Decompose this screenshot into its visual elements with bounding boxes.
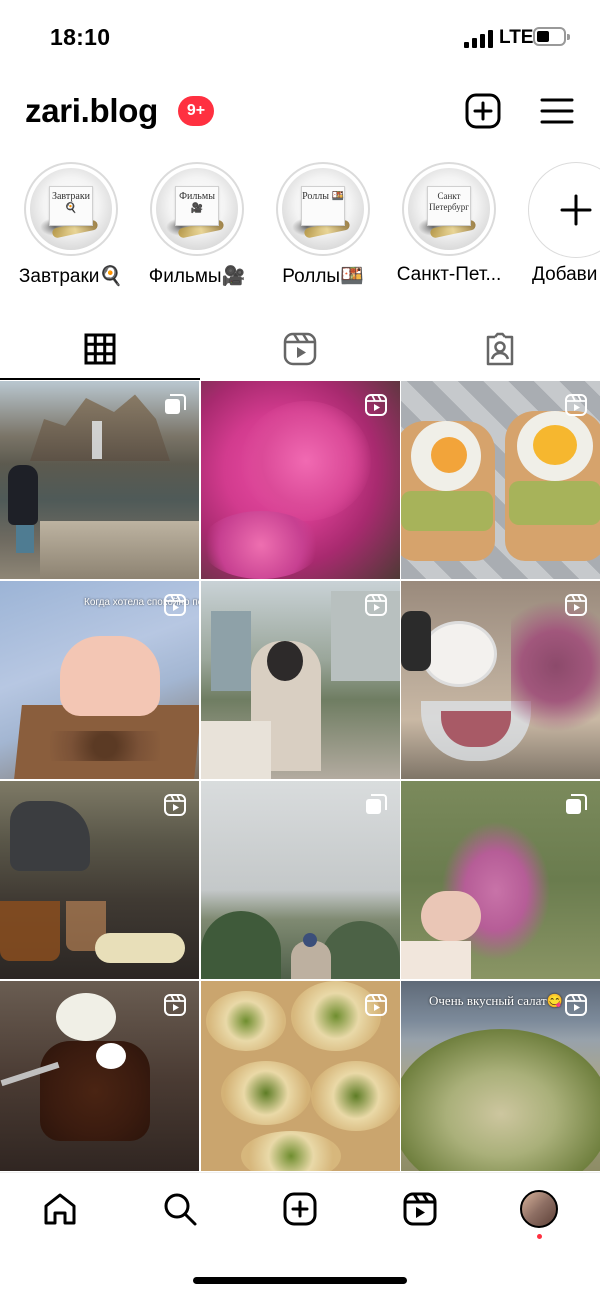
nav-home-button[interactable]	[40, 1189, 80, 1229]
grid-icon	[84, 333, 116, 365]
post-thumbnail[interactable]: Когда хотела спокойно попить чай с трайф…	[0, 581, 199, 779]
post-thumbnail[interactable]	[401, 781, 600, 979]
menu-button[interactable]	[538, 92, 576, 130]
notification-dot	[537, 1234, 542, 1239]
post-thumbnail[interactable]	[0, 381, 199, 579]
reel-icon	[565, 594, 587, 616]
post-thumbnail[interactable]	[0, 781, 199, 979]
post-thumbnail[interactable]	[401, 581, 600, 779]
highlight-cover-text: Роллы 🍱	[301, 186, 345, 226]
carousel-icon	[566, 794, 587, 814]
post-caption: Очень вкусный салат😋	[429, 993, 563, 1008]
profile-avatar-button[interactable]	[520, 1190, 558, 1228]
post-thumbnail[interactable]: Очень вкусный салат😋	[401, 981, 600, 1171]
battery-icon	[533, 27, 570, 46]
nav-search-button[interactable]	[160, 1189, 200, 1229]
profile-header: zari.blog 9+	[0, 78, 600, 148]
reel-icon	[565, 394, 587, 416]
plus-square-icon	[465, 93, 501, 129]
plus-square-icon	[283, 1192, 317, 1226]
post-thumbnail[interactable]	[201, 981, 400, 1171]
highlight-cover-text: Фильмы 🎥	[175, 186, 219, 226]
reel-icon	[365, 394, 387, 416]
reel-icon	[164, 594, 186, 616]
highlight-cover: Санкт Петербург	[408, 168, 490, 250]
reels-icon	[283, 332, 317, 366]
reel-icon	[164, 994, 186, 1016]
search-icon	[164, 1193, 197, 1226]
home-icon	[44, 1193, 76, 1225]
highlight-cover: Роллы 🍱	[282, 168, 364, 250]
status-time: 18:10	[50, 24, 111, 50]
highlight-label: Роллы🍱	[282, 266, 364, 287]
post-thumbnail[interactable]	[201, 581, 400, 779]
signal-icon	[464, 30, 494, 48]
profile-username[interactable]: zari.blog	[25, 92, 158, 130]
highlight-cover: Фильмы 🎥	[156, 168, 238, 250]
profile-tabs	[0, 318, 600, 380]
post-thumbnail[interactable]	[201, 781, 400, 979]
reel-icon	[365, 594, 387, 616]
nav-create-button[interactable]	[280, 1189, 320, 1229]
create-post-button[interactable]	[464, 92, 502, 130]
highlight-label: Санкт-Пет...	[396, 264, 502, 285]
highlight-label: Завтраки🍳	[18, 266, 124, 287]
tab-tagged[interactable]	[400, 318, 600, 380]
plus-icon	[560, 194, 592, 226]
nav-reels-button[interactable]	[400, 1189, 440, 1229]
carousel-icon	[165, 394, 186, 414]
tab-grid[interactable]	[0, 318, 200, 380]
posts-grid: Когда хотела спокойно попить чай с трайф…	[0, 381, 600, 1171]
reels-icon	[403, 1192, 437, 1226]
highlight-cover-text: Санкт Петербург	[427, 186, 471, 226]
reel-icon	[164, 794, 186, 816]
post-thumbnail[interactable]	[401, 381, 600, 579]
highlight-label: Добави	[532, 264, 598, 285]
reel-icon	[365, 994, 387, 1016]
carousel-icon	[366, 794, 387, 814]
highlight-cover-text: Завтраки 🍳	[49, 186, 93, 226]
status-bar: 18:10 LTE	[0, 0, 600, 78]
notification-badge[interactable]: 9+	[178, 96, 214, 126]
home-indicator[interactable]	[193, 1277, 407, 1284]
network-type: LTE	[499, 27, 534, 48]
post-thumbnail[interactable]	[201, 381, 400, 579]
highlight-label: Фильмы🎥	[148, 266, 246, 287]
reel-icon	[565, 994, 587, 1016]
post-thumbnail[interactable]	[0, 981, 199, 1171]
tagged-icon	[486, 332, 514, 366]
tab-reels[interactable]	[200, 318, 400, 380]
story-highlights: Завтраки 🍳 Завтраки🍳 Фильмы 🎥 Фильмы🎥 Ро…	[0, 158, 600, 298]
hamburger-menu-icon	[540, 98, 574, 124]
highlight-cover: Завтраки 🍳	[30, 168, 112, 250]
